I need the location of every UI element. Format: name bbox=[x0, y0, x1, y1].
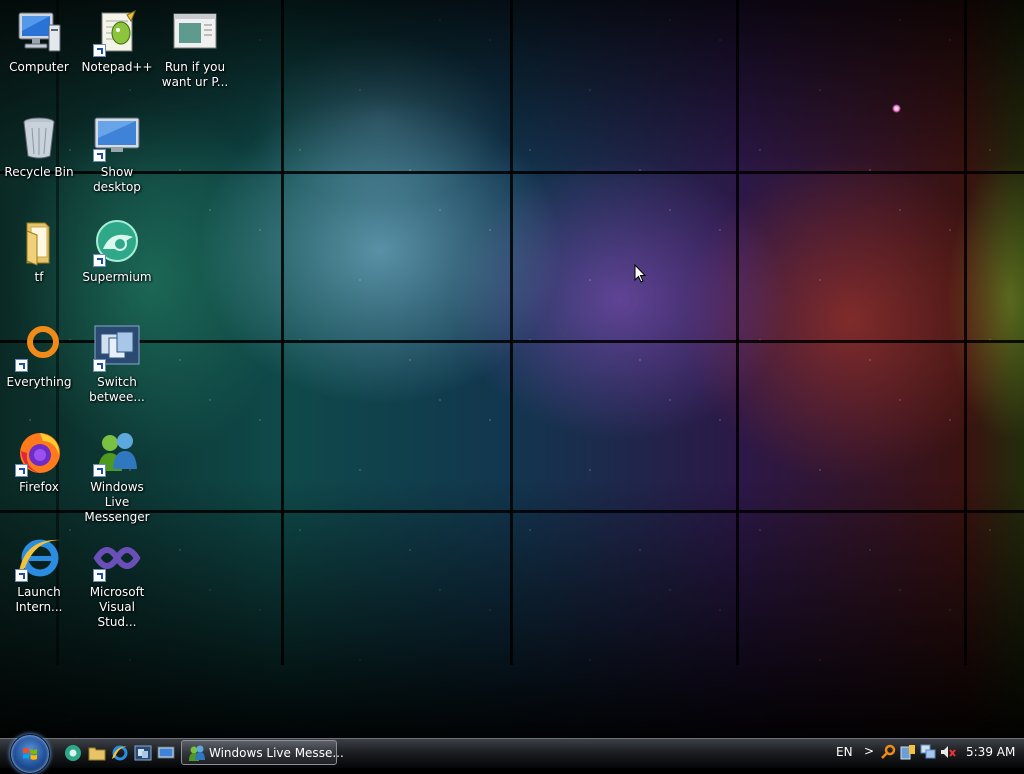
internet-explorer-icon[interactable] bbox=[111, 744, 129, 762]
desktop-icon-everything[interactable]: Everything bbox=[0, 324, 78, 390]
wallpaper-grid-line bbox=[510, 0, 513, 665]
desktop-icon-label: tf bbox=[34, 270, 44, 284]
network-status-icon[interactable] bbox=[900, 744, 916, 760]
taskbar-button-label: Windows Live Messe... bbox=[209, 746, 344, 760]
folder-icon bbox=[15, 219, 63, 267]
window-app-icon bbox=[171, 9, 219, 57]
desktop-icon-label: Microsoft Visual Stud... bbox=[89, 585, 145, 629]
desktop-icon-internet-explorer[interactable]: Launch Intern... bbox=[0, 534, 78, 615]
desktop-icon-run-file[interactable]: Run if you want ur P... bbox=[156, 9, 234, 90]
taskbar-button-windows-live-messenger[interactable]: Windows Live Messe... bbox=[181, 740, 344, 765]
desktop-icon-supermium[interactable]: Supermium bbox=[78, 219, 156, 285]
wallpaper-grid-line bbox=[736, 0, 739, 665]
windows-logo-icon bbox=[23, 748, 37, 760]
clock[interactable]: 5:39 AM bbox=[966, 745, 1015, 759]
desktop-icon-label: Recycle Bin bbox=[4, 165, 74, 179]
wallpaper-grid-line bbox=[281, 0, 284, 665]
show-hidden-icons-chevron[interactable]: > bbox=[864, 744, 874, 758]
desktop-icon-label: Launch Intern... bbox=[15, 585, 63, 614]
desktop-icon-switch-windows[interactable]: Switch betwee... bbox=[78, 324, 156, 405]
shortcut-arrow-icon bbox=[93, 464, 106, 477]
messenger-icon bbox=[189, 745, 205, 761]
messenger-icon bbox=[93, 429, 141, 477]
desktop-icon-label: Firefox bbox=[19, 480, 59, 494]
recycle-bin-icon bbox=[15, 114, 63, 162]
visual-studio-icon bbox=[93, 534, 141, 582]
desktop-icon-tf[interactable]: tf bbox=[0, 219, 78, 285]
internet-explorer-icon bbox=[15, 534, 63, 582]
desktop-icon-label: Everything bbox=[6, 375, 72, 389]
notepad-plus-plus-icon bbox=[93, 9, 141, 57]
desktop-icon-label: Computer bbox=[9, 60, 69, 74]
shortcut-arrow-icon bbox=[93, 44, 106, 57]
mouse-cursor-icon bbox=[634, 264, 646, 283]
everything-search-icon bbox=[15, 324, 63, 372]
desktop-icon-windows-live-messenger[interactable]: Windows Live Messenger bbox=[78, 429, 156, 525]
language-indicator[interactable]: EN bbox=[836, 745, 853, 759]
firefox-icon bbox=[15, 429, 63, 477]
desktop-icon-label: Run if you want ur P... bbox=[161, 60, 229, 89]
shortcut-arrow-icon bbox=[15, 359, 28, 372]
desktop-icon-label: Switch betwee... bbox=[89, 375, 145, 404]
show-desktop-icon bbox=[93, 114, 141, 162]
desktop-icon-label: Notepad++ bbox=[81, 60, 153, 74]
switch-windows-icon bbox=[93, 324, 141, 372]
shortcut-arrow-icon bbox=[15, 569, 28, 582]
chrome-icon[interactable] bbox=[64, 744, 82, 762]
desktop-icon-firefox[interactable]: Firefox bbox=[0, 429, 78, 495]
desktop-icon-visual-studio[interactable]: Microsoft Visual Stud... bbox=[78, 534, 156, 630]
start-button[interactable] bbox=[10, 734, 50, 774]
shortcut-arrow-icon bbox=[93, 149, 106, 162]
shortcut-arrow-icon bbox=[93, 254, 106, 267]
computer-icon bbox=[15, 9, 63, 57]
supermium-icon bbox=[93, 219, 141, 267]
shortcut-arrow-icon bbox=[15, 464, 28, 477]
desktop-icon-show-desktop[interactable]: Show desktop bbox=[78, 114, 156, 195]
desktop-icon-label: Show desktop bbox=[93, 165, 141, 194]
bright-star bbox=[892, 104, 901, 113]
folder-icon[interactable] bbox=[88, 744, 106, 762]
wallpaper-grid-line bbox=[964, 0, 967, 665]
switch-windows-icon[interactable] bbox=[134, 744, 152, 762]
shortcut-arrow-icon bbox=[93, 359, 106, 372]
desktop-icon-label: Windows Live Messenger bbox=[84, 480, 150, 524]
network-icon[interactable] bbox=[920, 744, 936, 760]
desktop-icon-computer[interactable]: Computer bbox=[0, 9, 78, 75]
show-desktop-icon[interactable] bbox=[157, 744, 175, 762]
shortcut-arrow-icon bbox=[93, 569, 106, 582]
desktop-icon-label: Supermium bbox=[82, 270, 152, 284]
search-icon[interactable] bbox=[880, 744, 896, 760]
desktop-icon-recycle-bin[interactable]: Recycle Bin bbox=[0, 114, 78, 180]
desktop-icon-notepadpp[interactable]: Notepad++ bbox=[78, 9, 156, 75]
volume-muted-icon[interactable] bbox=[940, 744, 956, 760]
